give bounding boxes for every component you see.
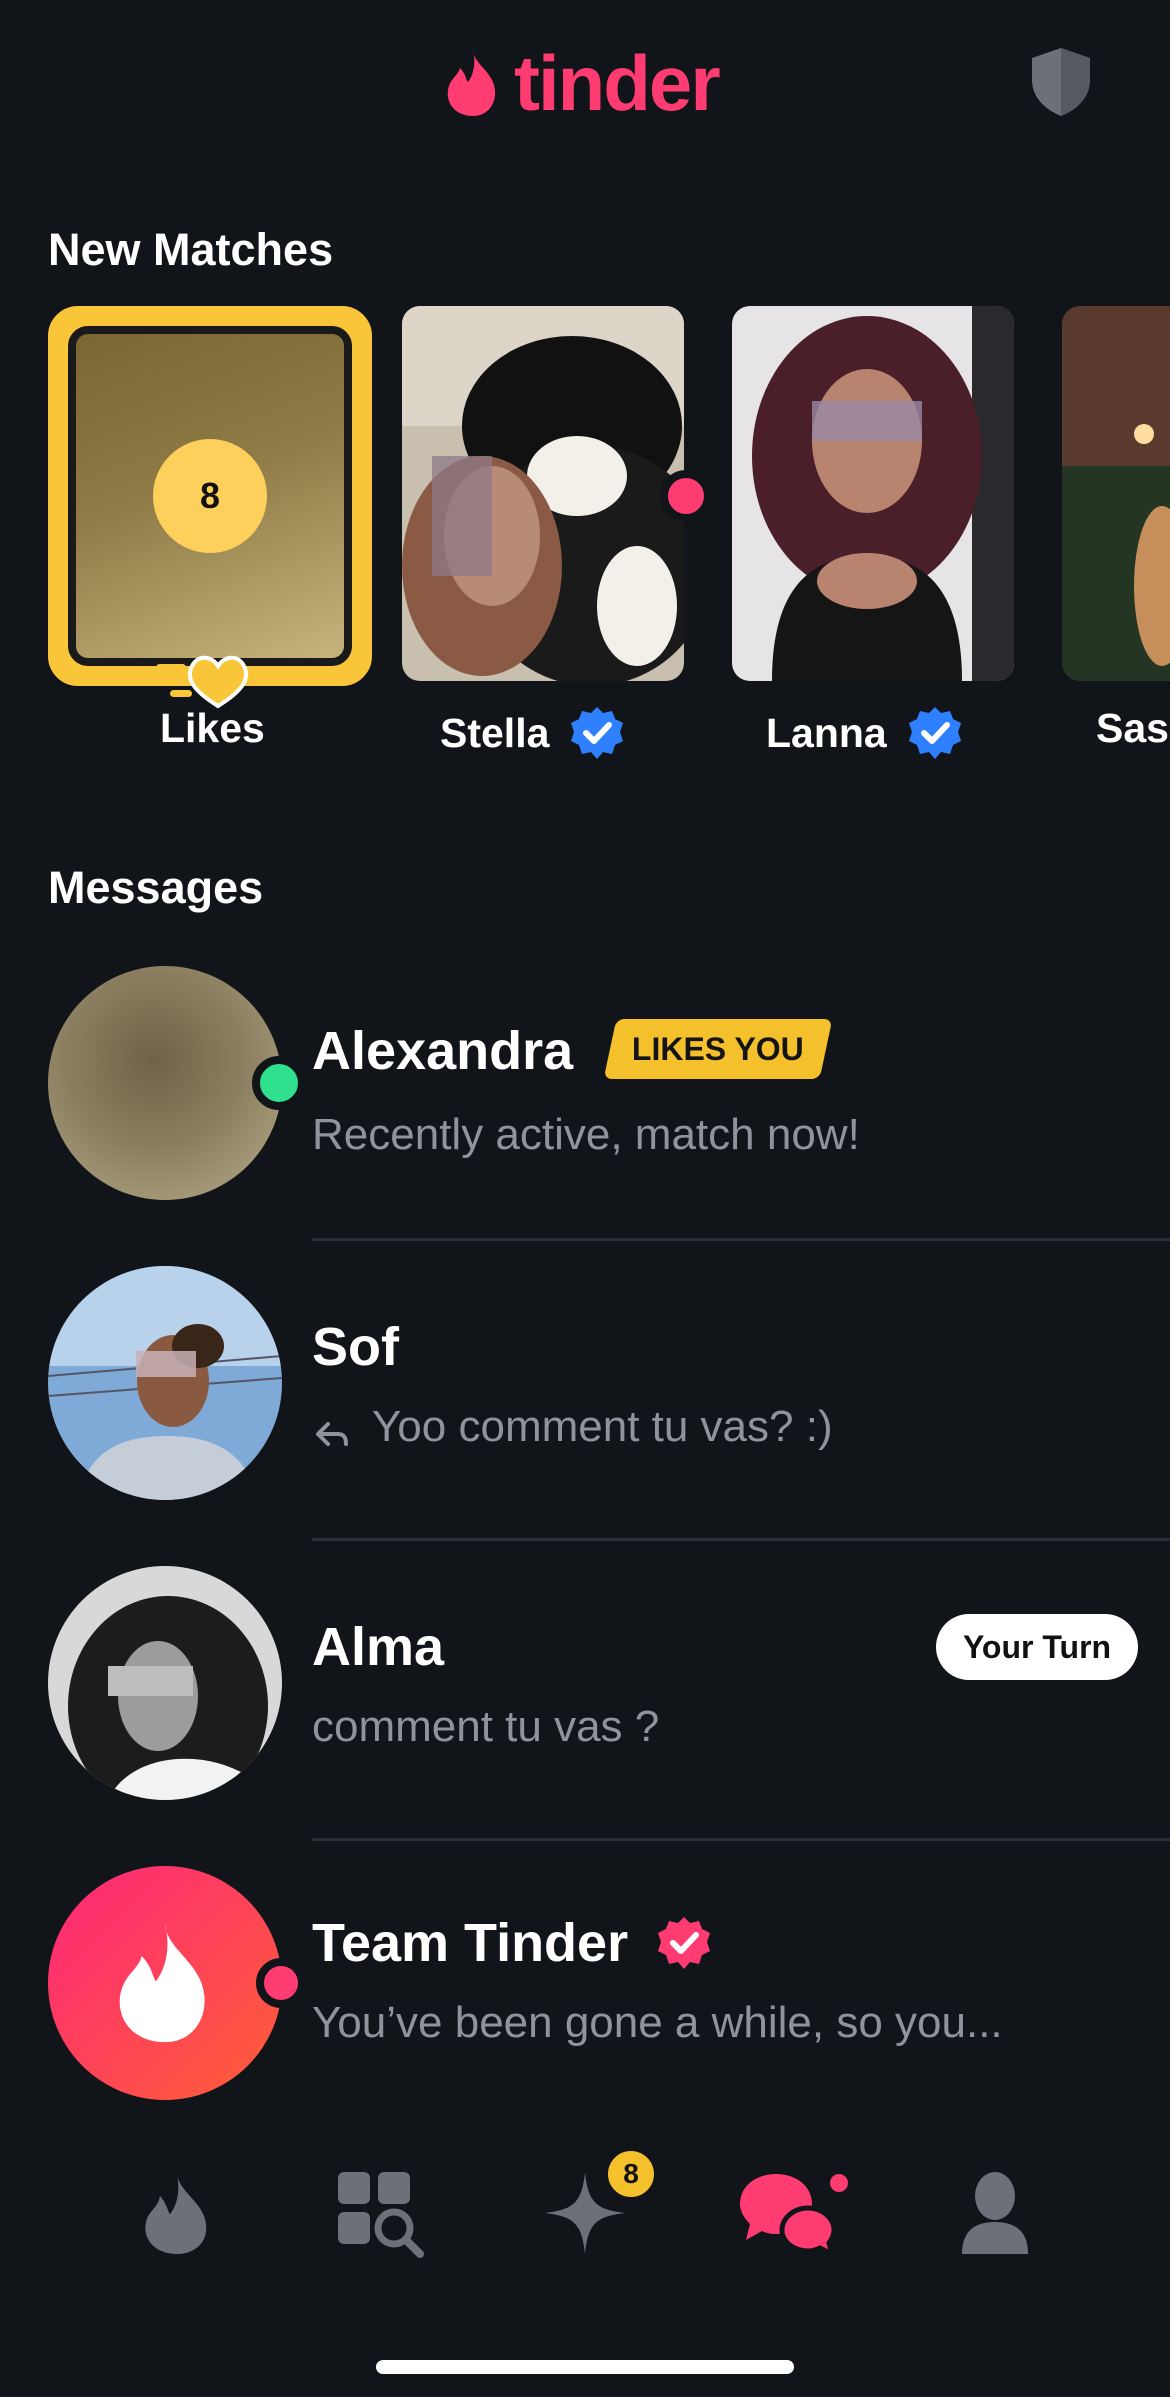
divider bbox=[312, 1238, 1170, 1241]
verified-icon bbox=[658, 1917, 711, 1969]
message-row-alma[interactable]: Alma comment tu vas ? bbox=[0, 1550, 1170, 1830]
your-turn-tag: Your Turn bbox=[936, 1614, 1138, 1680]
divider bbox=[312, 1538, 1170, 1541]
likes-card[interactable]: 8 bbox=[48, 306, 372, 686]
flame-icon[interactable] bbox=[132, 2168, 222, 2258]
new-matches-title: New Matches bbox=[48, 224, 334, 275]
contact-name: Sof bbox=[312, 1317, 399, 1377]
match-name: Lanna bbox=[766, 709, 887, 756]
likes-label: Likes bbox=[160, 705, 265, 751]
reply-arrow-icon bbox=[316, 1422, 348, 1446]
avatar bbox=[48, 966, 282, 1200]
unread-dot bbox=[660, 470, 712, 522]
message-preview: You’ve been gone a while, so you... bbox=[312, 1998, 1003, 2047]
contact-name-row: Team Tinder bbox=[312, 1912, 712, 1974]
shield-icon[interactable] bbox=[1028, 46, 1094, 118]
match-card-lanna[interactable] bbox=[732, 306, 1014, 681]
chat-unread-dot bbox=[830, 2174, 848, 2192]
profile-icon[interactable] bbox=[950, 2168, 1040, 2258]
match-photo bbox=[1062, 306, 1170, 681]
messages-title: Messages bbox=[48, 862, 264, 913]
message-row-team-tinder[interactable]: Team Tinder You’ve been gone a while, so… bbox=[0, 1850, 1170, 2110]
match-card-stella[interactable] bbox=[402, 306, 684, 681]
contact-name: Alma bbox=[312, 1617, 445, 1677]
avatar bbox=[48, 1266, 282, 1500]
divider bbox=[312, 1838, 1170, 1841]
flame-logo-icon bbox=[447, 50, 496, 116]
match-photo bbox=[402, 306, 684, 681]
message-row-alexandra[interactable]: Alexandra Recently active, match now! bbox=[0, 950, 1170, 1230]
gold-count-badge: 8 bbox=[604, 2147, 658, 2201]
match-card-sas[interactable] bbox=[1062, 306, 1170, 681]
home-indicator bbox=[376, 2360, 794, 2374]
online-status-dot bbox=[252, 1056, 306, 1110]
explore-icon[interactable] bbox=[334, 2168, 424, 2258]
contact-name: Alexandra bbox=[312, 1021, 574, 1081]
contact-name: Team Tinder bbox=[312, 1913, 629, 1973]
match-name-lanna: Lanna bbox=[766, 705, 963, 761]
tinder-logo: tinder bbox=[444, 39, 721, 127]
match-photo bbox=[732, 306, 1014, 681]
likes-card-preview: 8 bbox=[68, 326, 352, 666]
message-preview: comment tu vas ? bbox=[312, 1702, 660, 1751]
verified-icon bbox=[571, 707, 624, 759]
chat-icon[interactable] bbox=[738, 2168, 838, 2258]
unread-dot bbox=[256, 1958, 306, 2008]
message-preview: Yoo comment tu vas? :) bbox=[372, 1402, 833, 1451]
likes-count: 8 bbox=[153, 439, 267, 553]
match-name-stella: Stella bbox=[440, 705, 625, 761]
verified-icon bbox=[908, 707, 961, 759]
match-name-sas: Sas bbox=[1096, 705, 1169, 751]
message-preview: Recently active, match now! bbox=[312, 1110, 860, 1159]
flame-icon bbox=[119, 1923, 205, 2043]
avatar bbox=[48, 1866, 282, 2100]
match-name: Stella bbox=[440, 709, 550, 756]
logo-wordmark: tinder bbox=[514, 39, 721, 127]
avatar bbox=[48, 1566, 282, 1800]
likes-you-badge: LIKES YOU bbox=[603, 1019, 833, 1079]
gold-heart-icon bbox=[156, 655, 249, 709]
message-row-sof[interactable]: Sof Yoo comment tu vas? :) bbox=[0, 1250, 1170, 1530]
